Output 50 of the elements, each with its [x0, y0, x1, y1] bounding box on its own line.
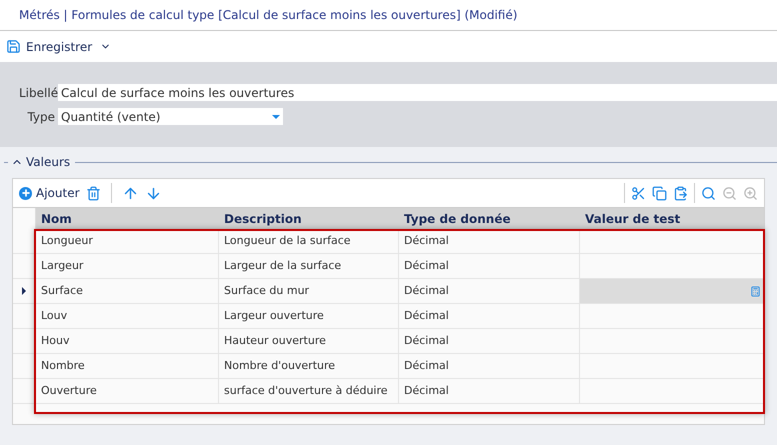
table-cell: Houv	[36, 329, 219, 353]
scissors-icon[interactable]	[631, 186, 646, 200]
table-cell: Louv	[36, 304, 219, 328]
table-row[interactable]: Louv Largeur ouverture Décimal	[13, 304, 764, 329]
zoom-in-icon[interactable]	[743, 186, 758, 200]
table-row[interactable]: Longueur Longueur de la surface Décimal	[13, 229, 764, 254]
save-icon	[6, 39, 21, 54]
table-cell: Décimal	[399, 254, 580, 278]
table-cell: Longueur de la surface	[219, 229, 399, 253]
table-row[interactable]: Houv Hauteur ouverture Décimal	[13, 329, 764, 354]
zoom-out-icon[interactable]	[722, 186, 737, 200]
table-cell: Largeur	[36, 254, 219, 278]
copy-icon[interactable]	[652, 186, 667, 200]
save-button[interactable]: Enregistrer	[6, 38, 92, 56]
delete-icon[interactable]	[86, 186, 101, 200]
column-header[interactable]: Description	[219, 208, 399, 229]
caret-icon	[272, 114, 280, 118]
search-icon[interactable]	[701, 186, 716, 200]
table-row[interactable]: Nombre Nombre d'ouverture Décimal	[13, 354, 764, 379]
table-cell: Nombre	[36, 354, 219, 378]
type-label: Type	[26, 108, 55, 126]
column-header[interactable]: Valeur de test	[580, 208, 764, 229]
table-cell: Largeur de la surface	[219, 254, 399, 278]
column-header[interactable]: Type de donnée	[399, 208, 580, 229]
paste-icon[interactable]	[673, 186, 688, 200]
window-title: Métrés | Formules de calcul type [Calcul de surface moins les ouvertures] (Modifié)	[19, 7, 518, 24]
libelle-field[interactable]: Calcul de surface moins les ouvertures	[58, 84, 777, 101]
add-button[interactable]: Ajouter	[19, 184, 80, 202]
row-pointer-icon	[22, 287, 26, 295]
section-title: Valeurs	[26, 154, 70, 171]
table-cell: Nombre d'ouverture	[219, 354, 399, 378]
table-row[interactable]: Ouverture surface d'ouverture à déduire Décimal	[13, 379, 764, 404]
column-header[interactable]: Nom	[36, 208, 219, 229]
table-cell: Décimal	[399, 329, 580, 353]
table-cell: Ouverture	[36, 379, 219, 403]
table-cell: Longueur	[36, 229, 219, 253]
table-cell: Surface du mur	[219, 279, 399, 303]
table-cell: Décimal	[399, 304, 580, 328]
type-dropdown[interactable]: Quantité (vente)	[58, 108, 283, 125]
table-row[interactable]: Surface Surface du mur Décimal	[13, 279, 764, 304]
table-cell: Décimal	[399, 379, 580, 403]
table-cell: Décimal	[399, 354, 580, 378]
libelle-label: Libellé	[19, 84, 55, 102]
table-cell: surface d'ouverture à déduire	[219, 379, 399, 403]
table-cell: Décimal	[399, 229, 580, 253]
plus-icon	[19, 186, 32, 200]
calculator-icon[interactable]	[750, 286, 761, 296]
table-cell: Largeur ouverture	[219, 304, 399, 328]
table-cell: Surface	[36, 279, 219, 303]
table-cell: Hauteur ouverture	[219, 329, 399, 353]
